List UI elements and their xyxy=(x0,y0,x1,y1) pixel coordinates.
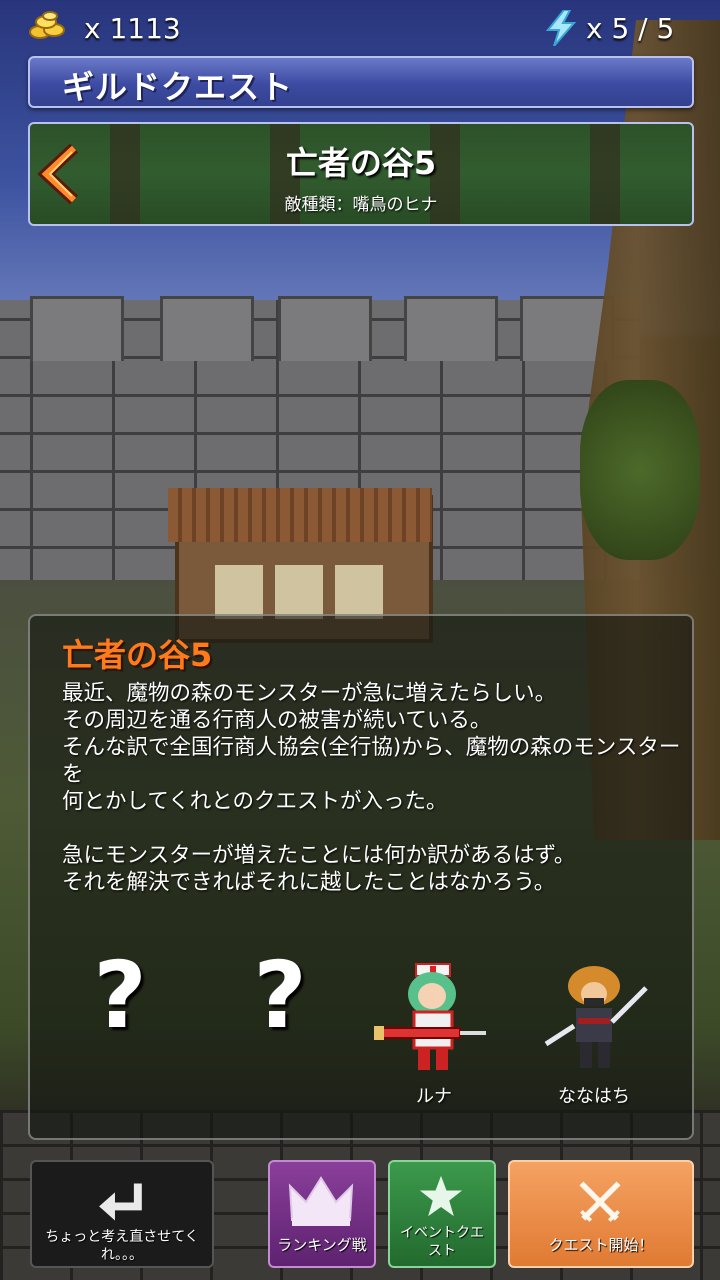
description-line: 急にモンスターが増えたことには何か訳があるはず。 xyxy=(62,843,576,868)
quest-header: 亡者の谷5 敵種類：嘴鳥のヒナ xyxy=(28,122,694,226)
event-quest-label: イベントクエスト xyxy=(400,1225,484,1259)
wall-merlon xyxy=(404,296,498,361)
enemy-type: 敵種類：嘴鳥のヒナ xyxy=(284,195,438,215)
notice-board-roof xyxy=(168,488,432,542)
crossed-swords-icon xyxy=(579,1181,621,1222)
wall-merlon xyxy=(30,296,124,361)
wall-merlon xyxy=(160,296,254,361)
notice-paper xyxy=(215,565,263,619)
gold-coins-icon xyxy=(29,11,65,39)
star-icon xyxy=(419,1175,463,1217)
notice-paper xyxy=(335,565,383,619)
description-title: 亡者の谷5 xyxy=(62,636,213,674)
character-name: ルナ xyxy=(416,1086,452,1107)
reconsider-button[interactable]: ちょっと考え直させてくれ。。。 xyxy=(30,1160,214,1268)
event-quest-button[interactable]: イベントクエスト xyxy=(388,1160,496,1268)
lightning-bolt-icon xyxy=(545,10,577,46)
unknown-member-mark: ? xyxy=(253,942,307,1049)
description-line: その周辺を通る行商人の被害が続いている。 xyxy=(62,708,492,733)
unknown-member-mark: ? xyxy=(93,942,147,1049)
energy-count: x 5 / 5 xyxy=(586,12,675,45)
swordsman-sprite xyxy=(544,966,648,1068)
return-arrow-icon xyxy=(99,1183,142,1221)
crown-icon xyxy=(288,1176,354,1226)
party-slot-empty[interactable]: ? xyxy=(210,950,350,1110)
title-bar: ギルドクエスト xyxy=(28,56,694,108)
nurse-girl-sprite xyxy=(374,963,486,1070)
start-quest-button[interactable]: クエスト開始！ xyxy=(508,1160,694,1268)
party-slot-luna[interactable]: ルナ xyxy=(364,950,504,1110)
quest-name: 亡者の谷5 xyxy=(285,144,437,182)
description-line: 最近、魔物の森のモンスターが急に増えたらしい。 xyxy=(62,681,557,706)
character-name: ななはち xyxy=(558,1086,630,1107)
party-slot-nanahachi[interactable]: ななはち xyxy=(524,950,664,1110)
reconsider-label: ちょっと考え直させてくれ。。。 xyxy=(45,1229,199,1263)
description-text: 最近、魔物の森のモンスターが急に増えたらしい。 その周辺を通る行商人の被害が続い… xyxy=(62,680,682,896)
description-line: 何とかしてくれとのクエストが入った。 xyxy=(62,789,448,814)
page-title: ギルドクエスト xyxy=(62,68,294,106)
description-line: それを解決できればそれに越したことはなかろう。 xyxy=(62,870,556,895)
start-quest-label: クエスト開始！ xyxy=(548,1236,654,1254)
coin-count: x 1113 xyxy=(84,12,181,45)
description-line: そんな訳で全国行商人協会(全行協)から、魔物の森のモンスターを xyxy=(62,735,681,787)
ranking-label: ランキング戦 xyxy=(277,1236,367,1254)
notice-paper xyxy=(275,565,323,619)
tree-leaves xyxy=(580,380,700,560)
status-bar: x 1113 x 5 / 5 xyxy=(0,0,720,56)
ranking-battle-button[interactable]: ランキング戦 xyxy=(268,1160,376,1268)
wall-merlon xyxy=(278,296,372,361)
party-slot-empty[interactable]: ? xyxy=(50,950,190,1110)
